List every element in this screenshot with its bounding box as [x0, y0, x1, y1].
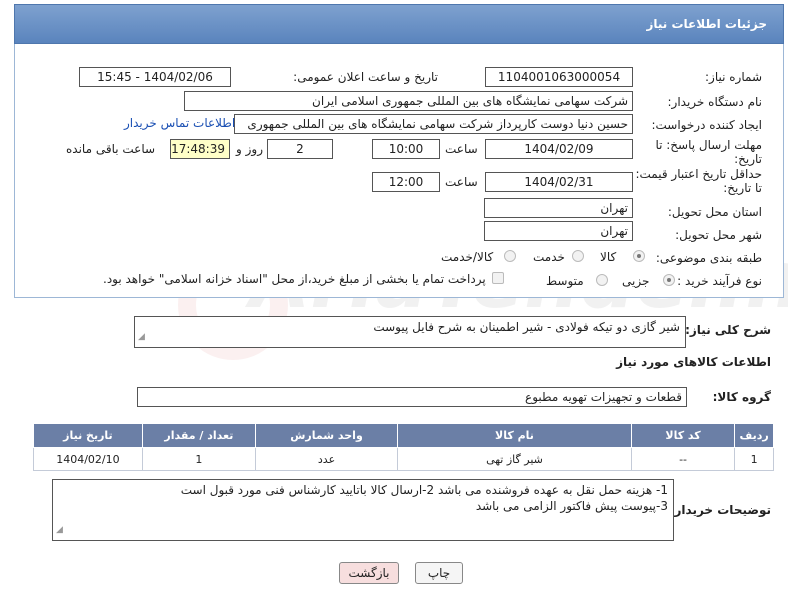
remaining-label: ساعت باقی مانده	[66, 142, 156, 156]
remaining-time-field: 17:48:39	[170, 139, 230, 159]
cell-qty: 1	[141, 447, 256, 471]
col-code-header: کد کالا	[630, 423, 736, 448]
cell-name: شیر گاز تهی	[397, 447, 632, 471]
back-button[interactable]: بازگشت	[339, 562, 399, 584]
treasury-note: پرداخت تمام یا بخشی از مبلغ خرید،از محل …	[103, 272, 486, 286]
reply-time-field: 10:00	[372, 139, 440, 159]
col-unit-header: واحد شمارش	[254, 423, 399, 448]
need-number-label: شماره نیاز:	[705, 70, 762, 84]
general-desc-label: شرح کلی نیاز:	[685, 323, 771, 337]
delivery-province-label: استان محل تحویل:	[667, 205, 762, 219]
price-validity-label-2: تا تاریخ:	[723, 181, 762, 195]
general-desc-text: شیر گازی دو تیکه فولادی - شیر اطمینان به…	[373, 320, 680, 334]
cell-unit: عدد	[254, 447, 399, 471]
reply-days-field: 2	[267, 139, 333, 159]
process-radio-medium[interactable]	[596, 274, 608, 286]
buyer-contact-link[interactable]: اطلاعات تماس خریدار	[124, 116, 235, 130]
buyer-notes-line-2: 3-پیوست پیش فاکتور الزامی می باشد	[475, 499, 668, 513]
goods-table: ردیف کد کالا نام کالا واحد شمارش تعداد /…	[33, 423, 774, 471]
treasury-checkbox[interactable]	[492, 272, 504, 284]
col-row-header: ردیف	[734, 423, 774, 448]
reply-deadline-label: مهلت ارسال پاسخ: تا	[655, 138, 762, 152]
announce-date-field: 1404/02/06 - 15:45	[79, 67, 231, 87]
goods-group-label: گروه کالا:	[712, 390, 771, 404]
delivery-city-field: تهران	[484, 221, 633, 241]
buyer-notes-label: توضیحات خریدار:	[669, 503, 771, 517]
cell-row: 1	[734, 447, 774, 471]
buyer-org-field: شرکت سهامی نمایشگاه های بین المللی جمهور…	[184, 91, 633, 111]
category-radio-goods[interactable]	[633, 250, 645, 262]
requester-label: ایجاد کننده درخواست:	[651, 118, 762, 132]
resize-grip-icon[interactable]: ◢	[138, 329, 145, 345]
buyer-notes-line-1: 1- هزینه حمل نقل به عهده فروشنده می باشد…	[180, 483, 668, 497]
col-name-header: نام کالا	[397, 423, 632, 448]
process-radio-minor[interactable]	[663, 274, 675, 286]
reply-time-label: ساعت	[445, 142, 478, 156]
category-option-service: خدمت	[533, 250, 565, 264]
resize-grip-icon[interactable]: ◢	[56, 522, 63, 538]
reply-date-field: 1404/02/09	[485, 139, 633, 159]
price-validity-time-label: ساعت	[445, 175, 478, 189]
category-option-goods: کالا	[600, 250, 617, 264]
buyer-org-label: نام دستگاه خریدار:	[667, 95, 763, 109]
table-header-row: ردیف کد کالا نام کالا واحد شمارش تعداد /…	[33, 423, 774, 448]
category-label: طبقه بندی موضوعی:	[655, 251, 762, 265]
cell-code: --	[630, 447, 736, 471]
table-row[interactable]: 1 -- شیر گاز تهی عدد 1 1404/02/10	[33, 447, 774, 471]
buyer-notes-field: 1- هزینه حمل نقل به عهده فروشنده می باشد…	[52, 479, 674, 541]
goods-group-field: قطعات و تجهیزات تهویه مطبوع	[137, 387, 687, 407]
category-option-both: کالا/خدمت	[441, 250, 494, 264]
category-radio-both[interactable]	[504, 250, 516, 262]
print-button[interactable]: چاپ	[415, 562, 463, 584]
price-validity-time-field: 12:00	[372, 172, 440, 192]
reply-deadline-label-2: تاریخ:	[734, 152, 762, 166]
need-number-field: 1104001063000054	[485, 67, 633, 87]
price-validity-date-field: 1404/02/31	[485, 172, 633, 192]
process-label: نوع فرآیند خرید :	[677, 274, 762, 288]
process-option-minor: جزیی	[622, 274, 650, 288]
col-date-header: تاریخ نیاز	[33, 423, 143, 448]
delivery-city-label: شهر محل تحویل:	[675, 228, 762, 242]
panel-header: جزئیات اطلاعات نیاز	[14, 4, 784, 44]
requester-field: حسین دنیا دوست کارپرداز شرکت سهامی نمایش…	[234, 114, 633, 134]
panel-title: جزئیات اطلاعات نیاز	[646, 17, 767, 31]
price-validity-label: حداقل تاریخ اعتبار قیمت:	[635, 167, 762, 181]
days-label: روز و	[236, 142, 263, 156]
category-radio-service[interactable]	[572, 250, 584, 262]
delivery-province-field: تهران	[484, 198, 633, 218]
process-option-medium: متوسط	[546, 274, 584, 288]
col-qty-header: تعداد / مقدار	[141, 423, 256, 448]
cell-date: 1404/02/10	[33, 447, 143, 471]
announce-date-label: تاریخ و ساعت اعلان عمومی:	[293, 70, 438, 84]
goods-section-title: اطلاعات کالاهای مورد نیاز	[616, 355, 771, 369]
general-desc-field: شیر گازی دو تیکه فولادی - شیر اطمینان به…	[134, 316, 686, 348]
